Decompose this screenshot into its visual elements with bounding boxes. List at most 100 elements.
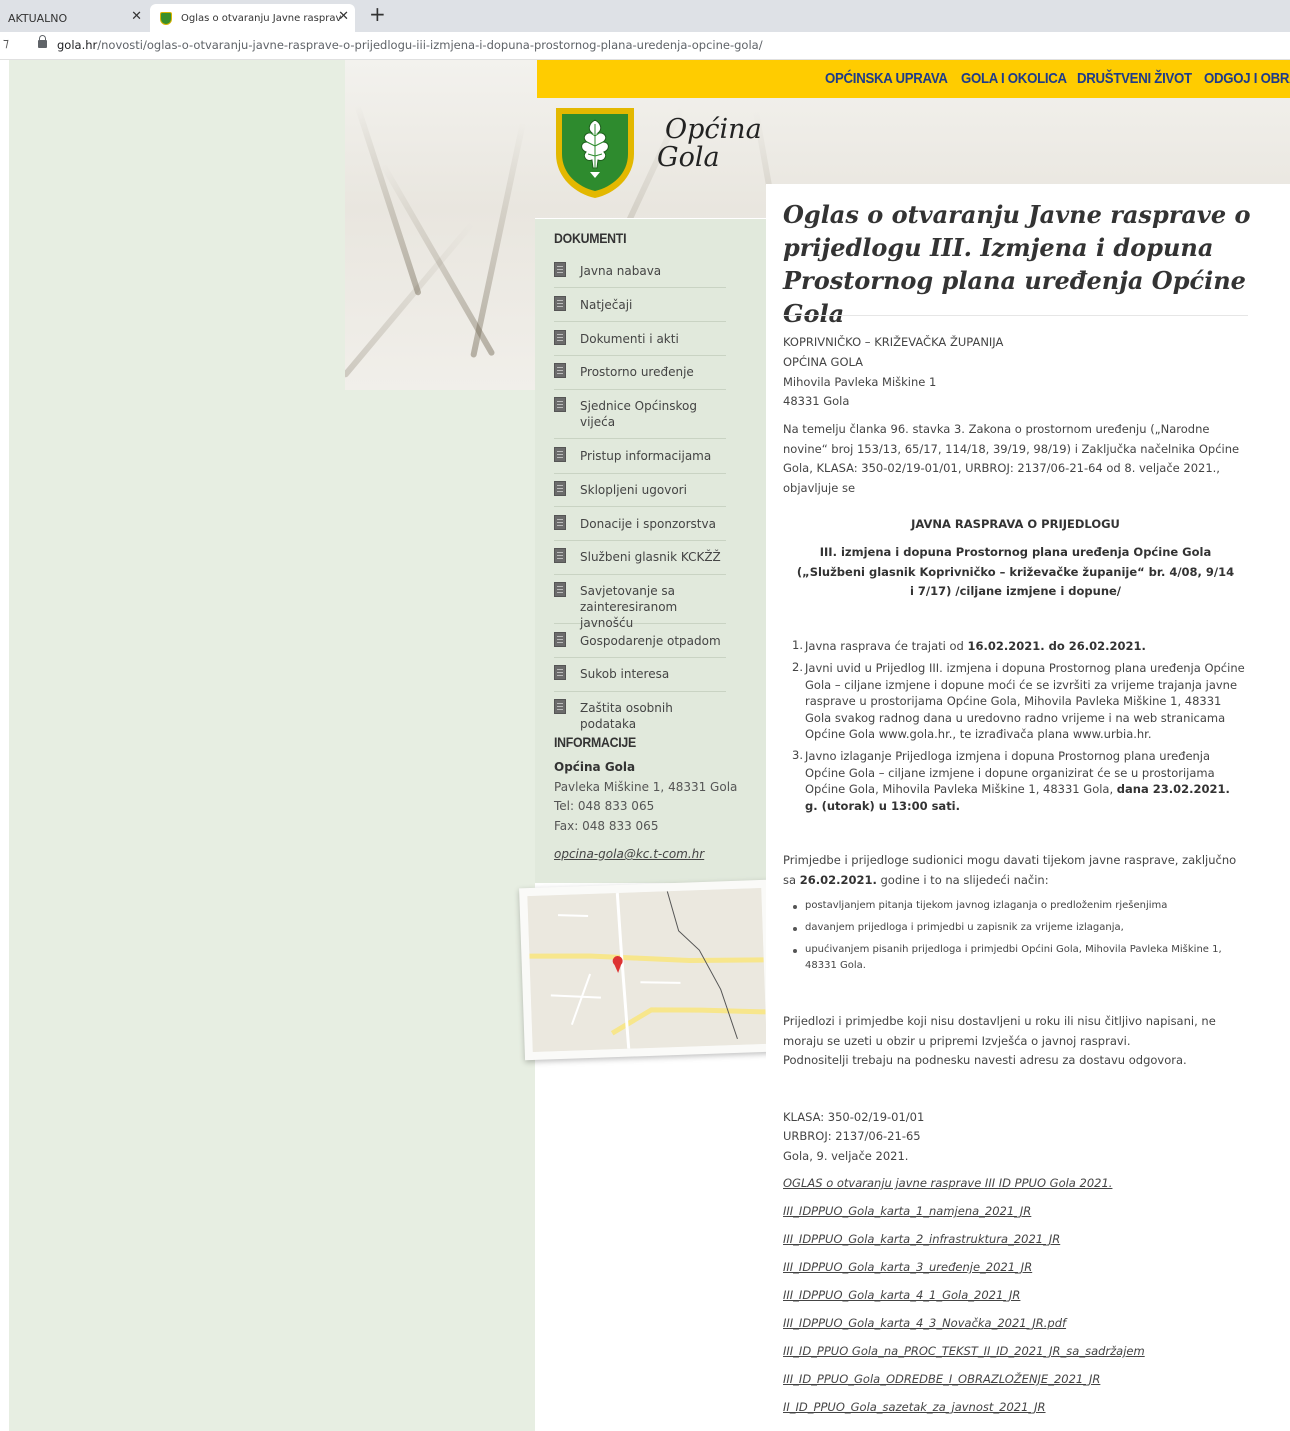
tab-aktualno[interactable]: AKTUALNO ✕ — [0, 4, 150, 32]
tab-current[interactable]: Oglas o otvaranju Javne rasprave ✕ — [150, 4, 355, 32]
document-icon — [554, 548, 566, 563]
title-divider — [783, 315, 1248, 316]
tab-label: AKTUALNO — [8, 11, 68, 25]
url-path: /novosti/oglas-o-otvaranju-javne-rasprav… — [97, 38, 763, 52]
sidebar-item-label: Službeni glasnik KCKŽŽ — [580, 550, 721, 564]
sidebar-item-gospodarenje-otpadom[interactable]: Gospodarenje otpadom — [554, 632, 726, 658]
tab-label: Oglas o otvaranju Javne rasprave — [181, 12, 341, 24]
document-icon — [554, 447, 566, 462]
doc-link[interactable]: III_ID_PPUO_Gola_ODREDBE_I_OBRAZLOŽENJE_… — [783, 1372, 1100, 1386]
logo-line1: Općina — [665, 114, 762, 145]
doc-link[interactable]: III_IDPPUO_Gola_karta_1_namjena_2021_JR — [783, 1204, 1031, 1218]
sidebar-item-prostorno-uredenje[interactable]: Prostorno uređenje — [554, 363, 726, 390]
doc-link[interactable]: OGLAS o otvaranju javne rasprave III ID … — [783, 1176, 1112, 1190]
doc-link[interactable]: III_ID_PPUO Gola_na_PROC_TEKST_II_ID_202… — [783, 1344, 1145, 1358]
site-logo-text[interactable]: Općina Gola — [657, 116, 762, 172]
close-tab-icon[interactable]: ✕ — [338, 9, 349, 24]
sidebar-item-label: Sjednice Općinskog vijeća — [580, 399, 698, 429]
document-icon — [554, 632, 566, 647]
article-title: Oglas o otvaranju Javne rasprave o prije… — [783, 200, 1251, 328]
info-tel: Tel: 048 833 065 — [554, 799, 655, 813]
document-icon — [554, 262, 566, 277]
sidebar-heading-documents: DOKUMENTI — [554, 230, 627, 246]
nav-gola-i-okolica[interactable]: GOLA I OKOLICA — [961, 70, 1067, 87]
sidebar-item-savjetovanje[interactable]: Savjetovanje sa zainteresiranom javnošću — [554, 582, 726, 630]
sidebar-item-donacije[interactable]: Donacije i sponzorstva — [554, 515, 726, 541]
sidebar-item-label: Donacije i sponzorstva — [580, 517, 716, 531]
bullet-item: davanjem prijedloga i primjedbi u zapisn… — [805, 922, 1124, 933]
list-number: 1. — [792, 638, 803, 652]
list-number: 2. — [792, 660, 803, 674]
bullet-item: postavljanjem pitanja tijekom javnog izl… — [805, 900, 1168, 911]
address-bar[interactable]: ⁊ gola.hr/novosti/oglas-o-otvaranju-javn… — [0, 32, 1290, 60]
sidebar-item-dokumenti-i-akti[interactable]: Dokumenti i akti — [554, 330, 726, 356]
nav-opcinska-uprava[interactable]: OPĆINSKA UPRAVA — [825, 70, 948, 87]
bullet-icon — [793, 949, 797, 953]
sidebar-item-sklopljeni-ugovori[interactable]: Sklopljeni ugovori — [554, 481, 726, 507]
coat-of-arms-logo[interactable] — [554, 106, 636, 200]
document-icon — [554, 699, 566, 714]
map-image — [527, 887, 767, 1053]
reload-icon[interactable]: ⁊ — [3, 36, 9, 50]
bullet-item: upućivanjem pisanih prijedloga i primjed… — [805, 944, 1222, 971]
document-icon — [554, 515, 566, 530]
sidebar-item-label: Pristup informacijama — [580, 449, 712, 463]
document-icon — [554, 363, 566, 378]
doc-link[interactable]: III_IDPPUO_Gola_karta_3_uređenje_2021_JR — [783, 1260, 1032, 1274]
place-date: Gola, 9. veljače 2021. — [783, 1149, 909, 1163]
intro-paragraph: Na temelju članka 96. stavka 3. Zakona o… — [783, 422, 1240, 495]
doc-link[interactable]: III_IDPPUO_Gola_karta_4_3_Novačka_2021_J… — [783, 1316, 1066, 1330]
info-address: Pavleka Miškine 1, 48331 Gola — [554, 780, 738, 794]
list-number: 3. — [792, 748, 803, 762]
heading-izmjena: III. izmjena i dopuna Prostornog plana u… — [796, 545, 1235, 598]
doc-link[interactable]: III_IDPPUO_Gola_karta_2_infrastruktura_2… — [783, 1232, 1060, 1246]
item1-text: Javna rasprava će trajati od — [805, 639, 968, 653]
main-navigation: OPĆINSKA UPRAVA GOLA I OKOLICA DRUŠTVENI… — [537, 60, 1290, 98]
url-domain: gola.hr — [57, 38, 98, 52]
header-line: Mihovila Pavleka Miškine 1 — [783, 375, 937, 389]
document-icon — [554, 296, 566, 311]
close-tab-icon[interactable]: ✕ — [131, 9, 142, 24]
sidebar-item-natjecaji[interactable]: Natječaji — [554, 296, 726, 322]
info-email-link[interactable]: opcina-gola@kc.t-com.hr — [554, 847, 704, 861]
note-paragraph: Prijedlozi i primjedbe koji nisu dostavl… — [783, 1014, 1216, 1048]
sidebar-heading-info: INFORMACIJE — [554, 734, 636, 750]
item1-dates: 16.02.2021. do 26.02.2021. — [967, 639, 1146, 653]
sidebar-item-label: Sklopljeni ugovori — [580, 483, 687, 497]
sidebar-item-zastita-podataka[interactable]: Zaštita osobnih podataka — [554, 699, 726, 731]
info-fax: Fax: 048 833 065 — [554, 819, 659, 833]
header-line: KOPRIVNIČKO – KRIŽEVAČKA ŽUPANIJA — [783, 335, 1004, 349]
doc-link[interactable]: II_ID_PPUO_Gola_sazetak_za_javnost_2021_… — [783, 1400, 1046, 1414]
lock-icon[interactable] — [38, 35, 47, 48]
note-paragraph-2: Podnositelji trebaju na podnesku navesti… — [783, 1053, 1187, 1067]
remarks-paragraph: Primjedbe i prijedloge sudionici mogu da… — [783, 851, 1248, 890]
document-icon — [554, 397, 566, 412]
document-icon — [554, 665, 566, 680]
sidebar-item-javna-nabava[interactable]: Javna nabava — [554, 262, 726, 288]
remarks-suffix: godine i to na slijedeći način: — [876, 872, 1049, 887]
location-map[interactable] — [519, 879, 775, 1061]
list-item-3: Javno izlaganje Prijedloga izmjena i dop… — [805, 748, 1245, 814]
doc-link[interactable]: III_IDPPUO_Gola_karta_4_1_Gola_2021_JR — [783, 1288, 1020, 1302]
sidebar-item-sjednice[interactable]: Sjednice Općinskog vijeća — [554, 397, 726, 439]
sidebar-item-label: Prostorno uređenje — [580, 365, 694, 379]
sidebar-item-sluzbeni-glasnik[interactable]: Službeni glasnik KCKŽŽ — [554, 548, 726, 575]
bullet-icon — [793, 905, 797, 909]
remarks-date: 26.02.2021. — [799, 872, 877, 887]
new-tab-icon[interactable]: + — [369, 2, 386, 26]
sidebar-item-pristup-informacijama[interactable]: Pristup informacijama — [554, 447, 726, 474]
heading-javna-rasprava: JAVNA RASPRAVA O PRIJEDLOGU — [911, 517, 1120, 531]
sidebar-item-label: Savjetovanje sa zainteresiranom javnošću — [580, 584, 678, 630]
sidebar-item-label: Sukob interesa — [580, 667, 670, 681]
document-icon — [554, 582, 566, 597]
info-name: Općina Gola — [554, 760, 636, 774]
page-background-mid — [345, 390, 535, 1431]
sidebar-item-sukob-interesa[interactable]: Sukob interesa — [554, 665, 726, 692]
favicon-icon — [160, 11, 172, 25]
nav-odgoj-i-obrazovanje[interactable]: ODGOJ I OBRA — [1204, 70, 1290, 87]
sidebar-item-label: Natječaji — [580, 298, 633, 312]
url-text[interactable]: gola.hr/novosti/oglas-o-otvaranju-javne-… — [57, 38, 763, 52]
nav-drustveni-zivot[interactable]: DRUŠTVENI ŽIVOT — [1077, 70, 1192, 87]
sidebar-item-label: Zaštita osobnih podataka — [580, 701, 673, 731]
browser-tab-bar: AKTUALNO ✕ Oglas o otvaranju Javne raspr… — [0, 0, 1290, 32]
